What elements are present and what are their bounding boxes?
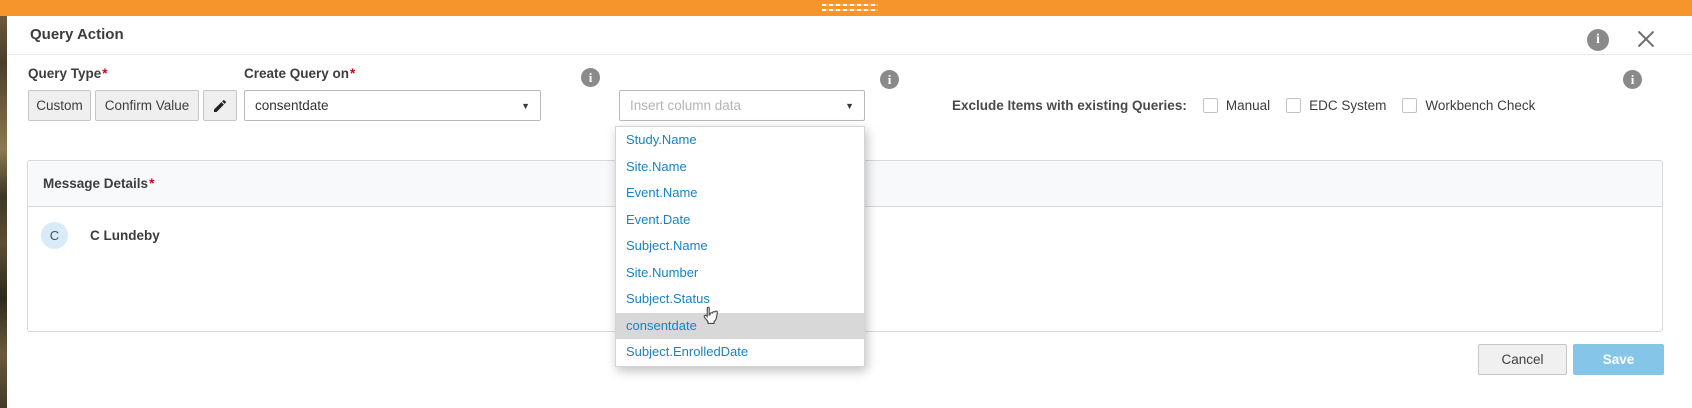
chevron-down-icon: ▼ <box>845 101 854 111</box>
dropdown-option[interactable]: Study.Name <box>616 127 864 154</box>
avatar: C <box>41 222 68 249</box>
exclude-queries-label: Exclude Items with existing Queries: <box>952 98 1187 113</box>
dropdown-option-label: Subject.Name <box>626 238 708 253</box>
dropdown-option[interactable]: Event.Date <box>616 207 864 234</box>
exclude-query-checkbox-item[interactable]: Workbench Check <box>1402 98 1535 113</box>
dropdown-option-label: Subject.EnrolledDate <box>626 344 748 359</box>
checkbox-label: Manual <box>1226 98 1270 113</box>
checkbox-icon[interactable] <box>1203 98 1218 113</box>
modal-drag-bar[interactable] <box>0 0 1692 16</box>
dropdown-option-label: Study.Name <box>626 132 697 147</box>
create-query-on-select[interactable]: consentdate ▼ <box>244 90 541 121</box>
query-type-label: Query Type* <box>28 66 108 81</box>
dropdown-option[interactable]: Subject.EnrolledDate <box>616 339 864 366</box>
chevron-down-icon: ▼ <box>521 101 530 111</box>
info-icon[interactable]: i <box>880 70 899 89</box>
dropdown-option[interactable]: consentdate <box>616 313 864 340</box>
cancel-button[interactable]: Cancel <box>1478 344 1567 375</box>
background-photo-sliver <box>0 16 7 408</box>
dropdown-option-label: Site.Name <box>626 159 687 174</box>
exclude-queries-options: Manual EDC System Workbench Check <box>1203 98 1536 113</box>
dropdown-option-label: Event.Date <box>626 212 690 227</box>
required-asterisk: * <box>149 176 154 191</box>
checkbox-icon[interactable] <box>1286 98 1301 113</box>
checkbox-label: EDC System <box>1309 98 1386 113</box>
dialog-header: Query Action i <box>7 16 1692 55</box>
create-query-on-value: consentdate <box>255 98 329 113</box>
dropdown-option-label: Event.Name <box>626 185 698 200</box>
query-type-custom-button[interactable]: Custom <box>28 90 91 121</box>
dropdown-option[interactable]: Subject.Status <box>616 286 864 313</box>
create-query-on-label: Create Query on* <box>244 66 355 81</box>
exclude-query-checkbox-item[interactable]: Manual <box>1203 98 1270 113</box>
insert-column-dropdown-list: Study.Name Site.Name Event.Name Event.Date S… <box>615 126 865 367</box>
page-title: Query Action <box>30 26 124 43</box>
dropdown-option-label: Subject.Status <box>626 291 710 306</box>
author-name: C Lundeby <box>90 228 160 243</box>
dropdown-option-label: Site.Number <box>626 265 698 280</box>
info-icon[interactable]: i <box>1587 29 1609 51</box>
drag-grip-icon[interactable] <box>822 4 878 12</box>
dropdown-option[interactable]: Site.Number <box>616 260 864 287</box>
save-button[interactable]: Save <box>1573 344 1664 375</box>
dropdown-option-label: consentdate <box>626 318 697 333</box>
exclude-query-checkbox-item[interactable]: EDC System <box>1286 98 1386 113</box>
required-asterisk: * <box>350 66 355 81</box>
info-icon[interactable]: i <box>1623 70 1642 89</box>
screen: Query Action i Query Type* Custom Confir… <box>0 0 1692 408</box>
insert-column-data-placeholder: Insert column data <box>630 98 741 113</box>
dropdown-option[interactable]: Subject.Name <box>616 233 864 260</box>
dropdown-option[interactable]: Site.Name <box>616 154 864 181</box>
checkbox-icon[interactable] <box>1402 98 1417 113</box>
info-icon[interactable]: i <box>581 68 600 87</box>
pencil-icon[interactable] <box>203 90 237 121</box>
insert-column-data-select[interactable]: Insert column data ▼ <box>619 90 865 121</box>
required-asterisk: * <box>102 66 107 81</box>
query-action-dialog: Query Action i Query Type* Custom Confir… <box>7 16 1692 408</box>
exclude-queries-group: Exclude Items with existing Queries: Man… <box>952 90 1535 121</box>
query-type-confirm-value-button[interactable]: Confirm Value <box>95 90 199 121</box>
checkbox-label: Workbench Check <box>1425 98 1535 113</box>
close-icon[interactable] <box>1634 27 1658 51</box>
dropdown-option[interactable]: Event.Name <box>616 180 864 207</box>
